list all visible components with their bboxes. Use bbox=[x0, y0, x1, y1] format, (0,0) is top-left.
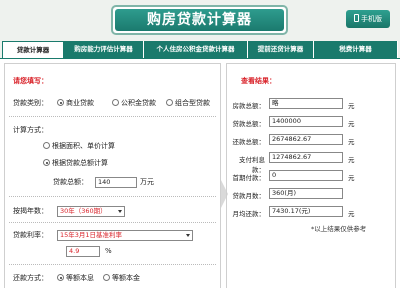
loan-total-label: 贷款总额： bbox=[53, 178, 88, 186]
loan-total-input[interactable]: 140 bbox=[95, 177, 137, 188]
mobile-version-button[interactable]: 手机版 bbox=[346, 10, 390, 28]
radio-checked-icon bbox=[57, 274, 64, 281]
divider bbox=[9, 264, 216, 265]
calc-by-area[interactable]: 根据面积、单价计算 bbox=[43, 140, 115, 152]
repay-total-value[interactable]: 2674862.67 bbox=[269, 134, 343, 145]
loan-total-row: 贷款总额： 140 万元 bbox=[5, 176, 220, 188]
rate-select[interactable]: 15年3月1日基准利率 bbox=[57, 230, 193, 241]
result-row: 还款总额： 2674862.67 元 bbox=[227, 134, 395, 147]
input-form: 请您填写： 贷款类别： 商业贷款 公积金贷款 组合型贷款 计算方式： 根据面积、… bbox=[4, 63, 221, 288]
results-panel: 查看结果： 房款总额： 略 元 贷款总额： 1400000 元 还款总额： 26… bbox=[226, 63, 396, 288]
result-row: 首期付款： 0 元 bbox=[227, 170, 395, 183]
result-row: 支付利息款： 1274862.67 元 bbox=[227, 152, 395, 174]
term-select[interactable]: 30年（360期） bbox=[57, 206, 125, 217]
term-row: 按揭年数： 30年（360期） bbox=[5, 205, 220, 217]
radio-icon bbox=[112, 99, 119, 106]
radio-icon bbox=[43, 142, 50, 149]
result-row: 房款总额： 略 元 bbox=[227, 98, 395, 111]
loan-type-commercial[interactable]: 商业贷款 bbox=[57, 97, 94, 109]
divider bbox=[9, 196, 216, 197]
phone-icon bbox=[354, 14, 359, 22]
result-row: 贷款月数： 360(月) bbox=[227, 188, 395, 201]
result-label: 贷款总额： bbox=[232, 120, 266, 128]
loan-type-combined[interactable]: 组合型贷款 bbox=[166, 97, 210, 109]
down-payment-value[interactable]: 0 bbox=[269, 170, 343, 181]
header: 购房贷款计算器 手机版 bbox=[0, 0, 400, 38]
tab-loan-calculator[interactable]: 贷款计算器 bbox=[2, 41, 64, 58]
result-label: 房款总额： bbox=[232, 102, 266, 110]
calc-method-option-total: 根据贷款总额计算 bbox=[5, 157, 220, 169]
result-unit: 元 bbox=[348, 156, 355, 164]
loan-months-value[interactable]: 360(月) bbox=[269, 188, 343, 199]
rate-value-row: 4.9 % bbox=[5, 245, 220, 257]
tab-prepayment[interactable]: 提前还贷计算器 bbox=[248, 41, 314, 58]
calc-method-row: 计算方式： bbox=[5, 124, 220, 136]
results-note: *以上结果仅供参考 bbox=[311, 225, 367, 233]
result-unit: 元 bbox=[348, 102, 355, 110]
monthly-payment-value[interactable]: 7430.17(元) bbox=[269, 206, 343, 217]
chevron-down-icon bbox=[186, 234, 190, 237]
interest-total-value[interactable]: 1274862.67 bbox=[269, 152, 343, 163]
rate-label: 贷款利率： bbox=[13, 231, 48, 239]
chevron-down-icon bbox=[118, 210, 122, 213]
tab-tax[interactable]: 税费计算器 bbox=[314, 41, 398, 58]
radio-icon bbox=[166, 99, 173, 106]
rate-unit: % bbox=[105, 247, 112, 255]
result-unit: 元 bbox=[348, 210, 355, 218]
divider bbox=[9, 222, 216, 223]
calc-method-option-area: 根据面积、单价计算 bbox=[5, 140, 220, 152]
result-label: 月均还款： bbox=[232, 210, 266, 218]
house-total-value[interactable]: 略 bbox=[269, 98, 343, 109]
tab-affordability[interactable]: 购房能力评估计算器 bbox=[64, 41, 144, 58]
loan-type-row: 贷款类别： 商业贷款 公积金贷款 组合型贷款 bbox=[5, 97, 220, 109]
result-unit: 元 bbox=[348, 174, 355, 182]
result-row: 月均还款： 7430.17(元) 元 bbox=[227, 206, 395, 219]
repay-row: 还款方式： 等额本息 等额本金 bbox=[5, 272, 220, 284]
result-unit: 元 bbox=[348, 120, 355, 128]
loan-type-provident[interactable]: 公积金贷款 bbox=[112, 97, 156, 109]
radio-checked-icon bbox=[43, 159, 50, 166]
tab-provident-fund[interactable]: 个人住房公积金贷款计算器 bbox=[144, 41, 248, 58]
tab-bar: 贷款计算器 购房能力评估计算器 个人住房公积金贷款计算器 提前还贷计算器 税费计… bbox=[0, 41, 400, 58]
input-section-title: 请您填写： bbox=[13, 77, 48, 85]
repay-label: 还款方式： bbox=[13, 274, 48, 282]
repay-equal-principal[interactable]: 等额本金 bbox=[103, 272, 140, 284]
loan-total-value[interactable]: 1400000 bbox=[269, 116, 343, 127]
result-unit: 元 bbox=[348, 138, 355, 146]
divider bbox=[9, 116, 216, 117]
result-row: 贷款总额： 1400000 元 bbox=[227, 116, 395, 129]
radio-icon bbox=[103, 274, 110, 281]
loan-type-label: 贷款类别： bbox=[13, 99, 48, 107]
result-label: 贷款月数： bbox=[232, 192, 266, 200]
result-label: 首期付款： bbox=[232, 174, 266, 182]
mobile-version-label: 手机版 bbox=[361, 15, 382, 23]
page-title: 购房贷款计算器 bbox=[115, 9, 284, 31]
radio-checked-icon bbox=[57, 99, 64, 106]
calc-by-total[interactable]: 根据贷款总额计算 bbox=[43, 157, 108, 169]
loan-total-unit: 万元 bbox=[140, 178, 154, 186]
repay-equal-installment[interactable]: 等额本息 bbox=[57, 272, 94, 284]
result-label: 还款总额： bbox=[232, 138, 266, 146]
calc-method-label: 计算方式： bbox=[13, 126, 48, 134]
rate-row: 贷款利率： 15年3月1日基准利率 bbox=[5, 229, 220, 241]
term-label: 按揭年数： bbox=[13, 207, 48, 215]
rate-input[interactable]: 4.9 bbox=[66, 246, 100, 257]
results-section-title: 查看结果： bbox=[241, 77, 276, 85]
calculator-panel: 请您填写： 贷款类别： 商业贷款 公积金贷款 组合型贷款 计算方式： 根据面积、… bbox=[0, 58, 400, 288]
title-banner: 购房贷款计算器 bbox=[111, 5, 288, 35]
